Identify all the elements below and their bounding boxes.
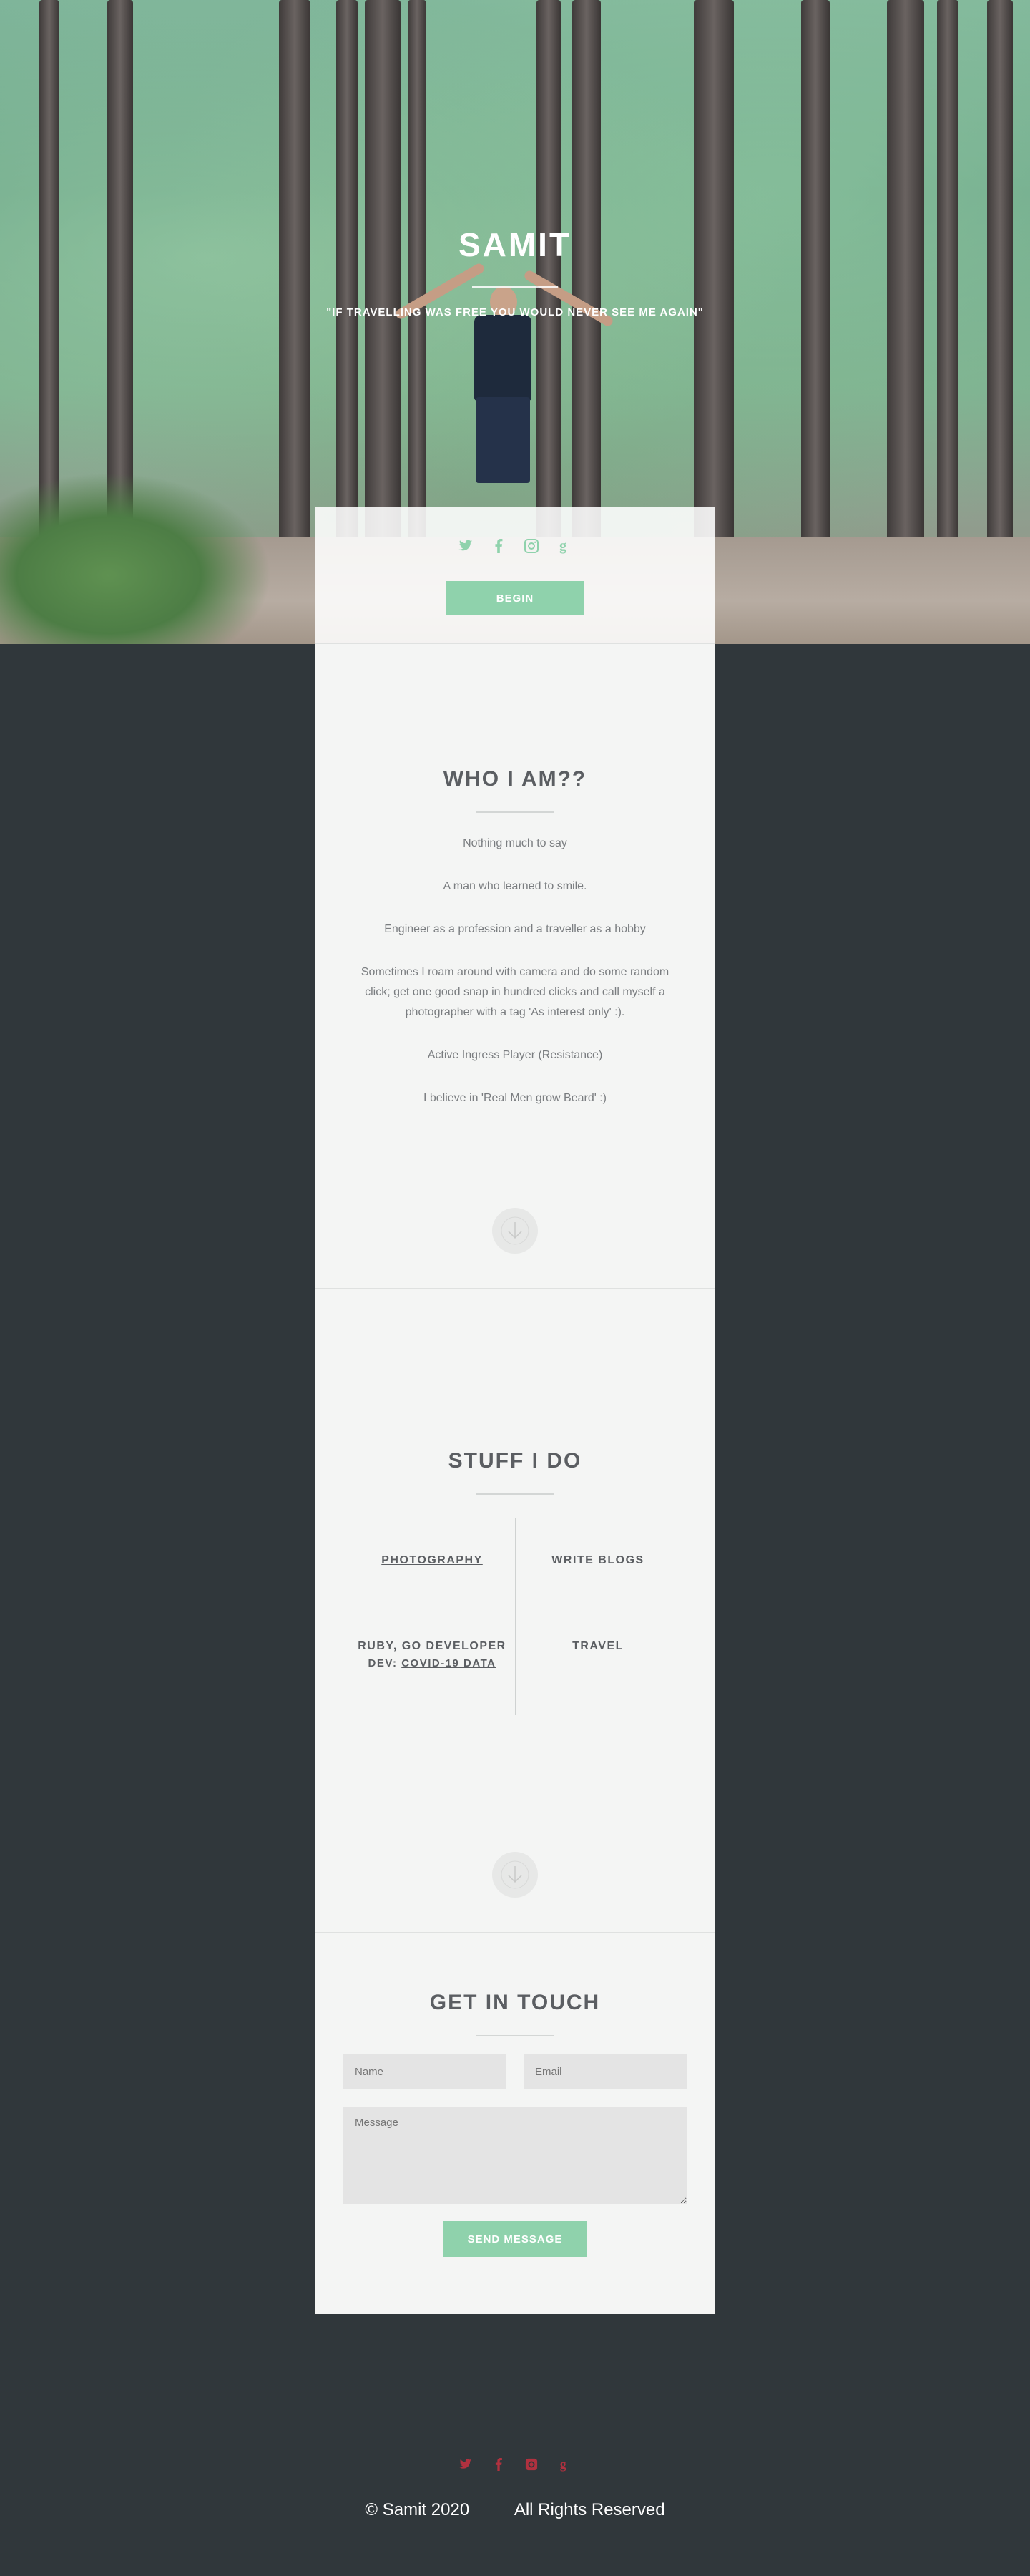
developer-label: RUBY, GO DEVELOPER: [358, 1640, 506, 1652]
contact-title: GET IN TOUCH: [429, 1991, 601, 2014]
footer-text: © Samit 2020 All Rights Reserved: [0, 2500, 1030, 2520]
tagline: "IF TRAVELLING WAS FREE YOU WOULD NEVER …: [326, 306, 704, 318]
contact-section: GET IN TOUCH SEND MESSAGE: [315, 1933, 715, 2314]
arrow-down-icon: [501, 1216, 529, 1245]
stuff-section: STUFF I DO PHOTOGRAPHY WRITE BLOGS RUBY,…: [315, 1289, 715, 1933]
google-plus-icon[interactable]: g: [555, 537, 574, 555]
send-message-button[interactable]: SEND MESSAGE: [443, 2221, 587, 2257]
instagram-icon[interactable]: [522, 537, 541, 555]
twitter-icon[interactable]: [457, 2456, 474, 2473]
facebook-icon[interactable]: [490, 2456, 507, 2473]
skill-developer: RUBY, GO DEVELOPER DEV: COVID-19 DATA: [349, 1638, 515, 1672]
about-line: A man who learned to smile.: [443, 880, 587, 892]
scroll-down-button[interactable]: [492, 1852, 538, 1898]
google-plus-icon[interactable]: g: [556, 2456, 573, 2473]
instagram-icon[interactable]: [523, 2456, 540, 2473]
about-line: I believe in 'Real Men grow Beard' :): [423, 1092, 607, 1104]
social-links: g: [315, 537, 715, 555]
message-field[interactable]: [343, 2107, 687, 2204]
copyright: © Samit 2020: [365, 2500, 470, 2519]
about-section: WHO I AM?? Nothing much to say A man who…: [315, 644, 715, 1289]
contact-divider: [476, 2035, 554, 2036]
svg-text:g: g: [559, 538, 566, 554]
covid-data-link[interactable]: COVID-19 DATA: [401, 1657, 496, 1669]
skill-travel: TRAVEL: [572, 1640, 624, 1652]
traveller-photo: [393, 261, 615, 501]
about-line: Active Ingress Player (Resistance): [427, 1049, 603, 1061]
photography-link[interactable]: PHOTOGRAPHY: [381, 1554, 483, 1566]
svg-text:g: g: [560, 2457, 566, 2471]
title-divider: [472, 286, 558, 288]
skill-write-blogs: WRITE BLOGS: [551, 1554, 644, 1566]
about-divider: [476, 811, 554, 813]
dev-prefix: DEV:: [368, 1657, 398, 1669]
about-text: Nothing much to say A man who learned to…: [350, 834, 680, 1131]
rights-reserved: All Rights Reserved: [514, 2500, 665, 2519]
facebook-icon[interactable]: [489, 537, 508, 555]
skills-grid: PHOTOGRAPHY WRITE BLOGS RUBY, GO DEVELOP…: [349, 1518, 681, 1715]
about-title: WHO I AM??: [443, 767, 587, 791]
twitter-icon[interactable]: [456, 537, 475, 555]
about-line: Engineer as a profession and a traveller…: [384, 923, 646, 935]
about-line: Nothing much to say: [463, 837, 567, 849]
bushes: [0, 472, 272, 644]
stuff-divider: [476, 1493, 554, 1495]
name-field[interactable]: [343, 2054, 506, 2089]
about-line: Sometimes I roam around with camera and …: [360, 966, 670, 1018]
scroll-down-button[interactable]: [492, 1208, 538, 1254]
site-title: SAMIT: [458, 226, 572, 263]
intro-panel: g BEGIN: [315, 507, 715, 644]
email-field[interactable]: [524, 2054, 687, 2089]
stuff-title: STUFF I DO: [448, 1449, 582, 1473]
skill-photography[interactable]: PHOTOGRAPHY: [349, 1552, 515, 1569]
begin-button[interactable]: BEGIN: [446, 581, 584, 615]
footer-social-links: g: [0, 2456, 1030, 2473]
arrow-down-icon: [501, 1860, 529, 1889]
